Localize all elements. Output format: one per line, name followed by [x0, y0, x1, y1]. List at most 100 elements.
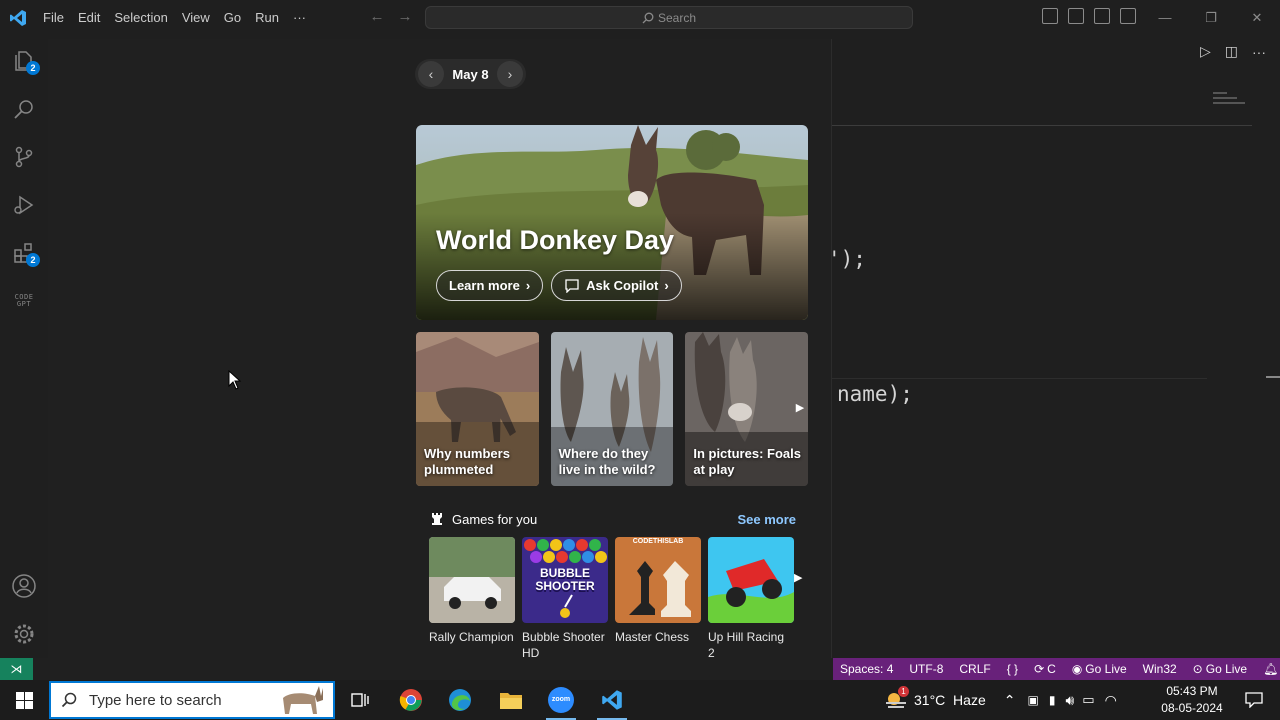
story-caption: Why numbers plummeted	[424, 446, 510, 477]
cards-next-icon[interactable]: ▶	[794, 400, 806, 416]
notifications-bell-icon[interactable]: 🔔︎	[1255, 658, 1280, 680]
customize-layout-icon[interactable]	[1120, 8, 1136, 24]
menu-run[interactable]: Run	[248, 0, 286, 35]
zoom-app-icon[interactable]: zoom	[538, 680, 584, 720]
battery-icon[interactable]: ▭	[1082, 692, 1094, 708]
file-explorer-icon[interactable]	[488, 680, 534, 720]
game-tile[interactable]: Up Hill Racing 2	[708, 537, 794, 661]
search-view-icon[interactable]	[0, 85, 48, 133]
wifi-icon[interactable]: ◠	[1105, 692, 1117, 709]
more-actions-icon[interactable]: ···	[1252, 44, 1266, 60]
taskbar-search-box[interactable]: Type here to search	[49, 681, 335, 719]
toggle-panel-icon[interactable]	[1068, 8, 1084, 24]
extensions-icon[interactable]: 2	[0, 229, 48, 277]
games-list: Rally Champion BUBBLE SHOOTER Bubble Sho…	[429, 537, 794, 661]
status-bar-left	[33, 658, 833, 680]
weather-badge: 1	[898, 686, 909, 697]
story-card[interactable]: In pictures: Foals at play	[685, 332, 809, 486]
chrome-icon[interactable]	[388, 680, 434, 720]
toggle-sidebar-icon[interactable]	[1042, 8, 1058, 24]
menu-go[interactable]: Go	[217, 0, 248, 35]
menu-more[interactable]: ···	[286, 0, 313, 35]
clock[interactable]: 05:43 PM 08-05-2024	[1150, 683, 1234, 717]
chevron-right-icon: ›	[664, 278, 669, 293]
game-tile[interactable]: BUBBLE SHOOTER Bubble Shooter HD	[522, 537, 608, 661]
hero-card[interactable]: World Donkey Day Learn more › Ask Copilo…	[416, 125, 808, 320]
notification-center-icon[interactable]	[1234, 680, 1274, 720]
microphone-icon[interactable]: ▮	[1049, 693, 1056, 707]
title-bar: File Edit Selection View Go Run ··· ← → …	[0, 0, 1280, 35]
next-day-icon[interactable]: ›	[496, 61, 523, 87]
story-card[interactable]: Where do they live in the wild?	[550, 332, 674, 486]
show-hidden-icons-chevron-icon[interactable]: ⌃	[1004, 692, 1016, 709]
previous-day-icon[interactable]: ‹	[418, 61, 444, 87]
chevron-right-icon: ›	[525, 278, 531, 293]
restore-icon[interactable]: ❐	[1188, 0, 1234, 35]
run-debug-icon[interactable]	[0, 181, 48, 229]
ask-copilot-button[interactable]: Ask Copilot ›	[551, 270, 682, 301]
weather-widget[interactable]: 1 31°C Haze	[884, 686, 986, 710]
platform-status[interactable]: Win32	[1135, 658, 1185, 680]
donkey-search-highlight-icon	[283, 686, 323, 714]
games-next-icon[interactable]: ▶	[794, 571, 802, 584]
settings-gear-icon[interactable]	[0, 610, 48, 658]
codegpt-icon[interactable]: CODE GPT	[0, 277, 48, 325]
language-mode-braces[interactable]: { }	[999, 658, 1026, 680]
explorer-icon[interactable]: 2	[0, 37, 48, 85]
search-icon	[61, 692, 77, 708]
task-view-icon[interactable]	[337, 680, 383, 720]
meet-now-icon[interactable]: ▣	[1027, 693, 1038, 707]
clock-time: 05:43 PM	[1166, 684, 1218, 698]
close-icon[interactable]: ✕	[1234, 0, 1280, 35]
menu-view[interactable]: View	[175, 0, 217, 35]
layout-controls	[1042, 8, 1136, 24]
zoom-icon: zoom	[548, 687, 574, 713]
go-live-status[interactable]: ◉ Go Live	[1064, 658, 1135, 680]
forward-arrow-icon[interactable]: →	[396, 8, 414, 26]
source-control-icon[interactable]	[0, 133, 48, 181]
vscode-taskbar-icon[interactable]	[589, 680, 635, 720]
minimap[interactable]	[1213, 92, 1253, 122]
menu-edit[interactable]: Edit	[71, 0, 107, 35]
windows-start-icon[interactable]	[0, 680, 48, 720]
eol-status[interactable]: CRLF	[951, 658, 998, 680]
taskbar-search-placeholder: Type here to search	[89, 691, 222, 709]
indentation-status[interactable]: Spaces: 4	[832, 658, 901, 680]
accounts-icon[interactable]	[0, 562, 48, 610]
encoding-status[interactable]: UTF-8	[901, 658, 951, 680]
menu-file[interactable]: File	[36, 0, 71, 35]
run-file-icon[interactable]: ▷	[1200, 43, 1211, 60]
games-title: Games for you	[452, 511, 538, 527]
story-card[interactable]: Why numbers plummeted	[416, 332, 539, 486]
scrollbar-indicator[interactable]	[1266, 376, 1280, 378]
learn-more-button[interactable]: Learn more ›	[436, 270, 544, 301]
back-arrow-icon[interactable]: ←	[368, 8, 386, 26]
up-hill-racing-thumb	[708, 537, 794, 623]
menu-selection[interactable]: Selection	[107, 0, 174, 35]
rally-champion-thumb	[429, 537, 515, 623]
editor-divider	[832, 125, 1252, 126]
go-live-status-2[interactable]: ⊙ Go Live	[1185, 658, 1255, 680]
game-name: Master Chess	[615, 630, 690, 644]
go-live-label: Go Live	[1085, 662, 1127, 676]
language-mode-status[interactable]: ⟳ C	[1026, 658, 1064, 680]
bubble-shooter-thumb: BUBBLE SHOOTER	[522, 537, 608, 623]
remote-indicator-icon[interactable]: ⋊	[0, 658, 33, 680]
game-tile[interactable]: Rally Champion	[429, 537, 515, 661]
game-name: Rally Champion	[429, 630, 514, 644]
minimize-icon[interactable]: —	[1142, 0, 1188, 35]
vscode-logo-icon	[0, 0, 36, 35]
toggle-secondary-sidebar-icon[interactable]	[1094, 8, 1110, 24]
search-placeholder: Search	[657, 10, 697, 25]
code-line-2[interactable]: name);	[837, 382, 913, 406]
ask-copilot-label: Ask Copilot	[586, 278, 659, 293]
edge-icon[interactable]	[437, 680, 483, 720]
mouse-cursor-icon	[228, 370, 242, 390]
search-icon	[642, 12, 654, 23]
command-search-box[interactable]: Search	[425, 6, 913, 29]
game-tile[interactable]: CODETHISLAB Master Chess	[615, 537, 701, 661]
code-line-1[interactable]: ');	[828, 247, 866, 271]
volume-icon[interactable]: 🔊︎	[1065, 692, 1074, 709]
see-more-link[interactable]: See more	[737, 512, 796, 527]
split-editor-icon[interactable]: ◫	[1225, 43, 1238, 60]
